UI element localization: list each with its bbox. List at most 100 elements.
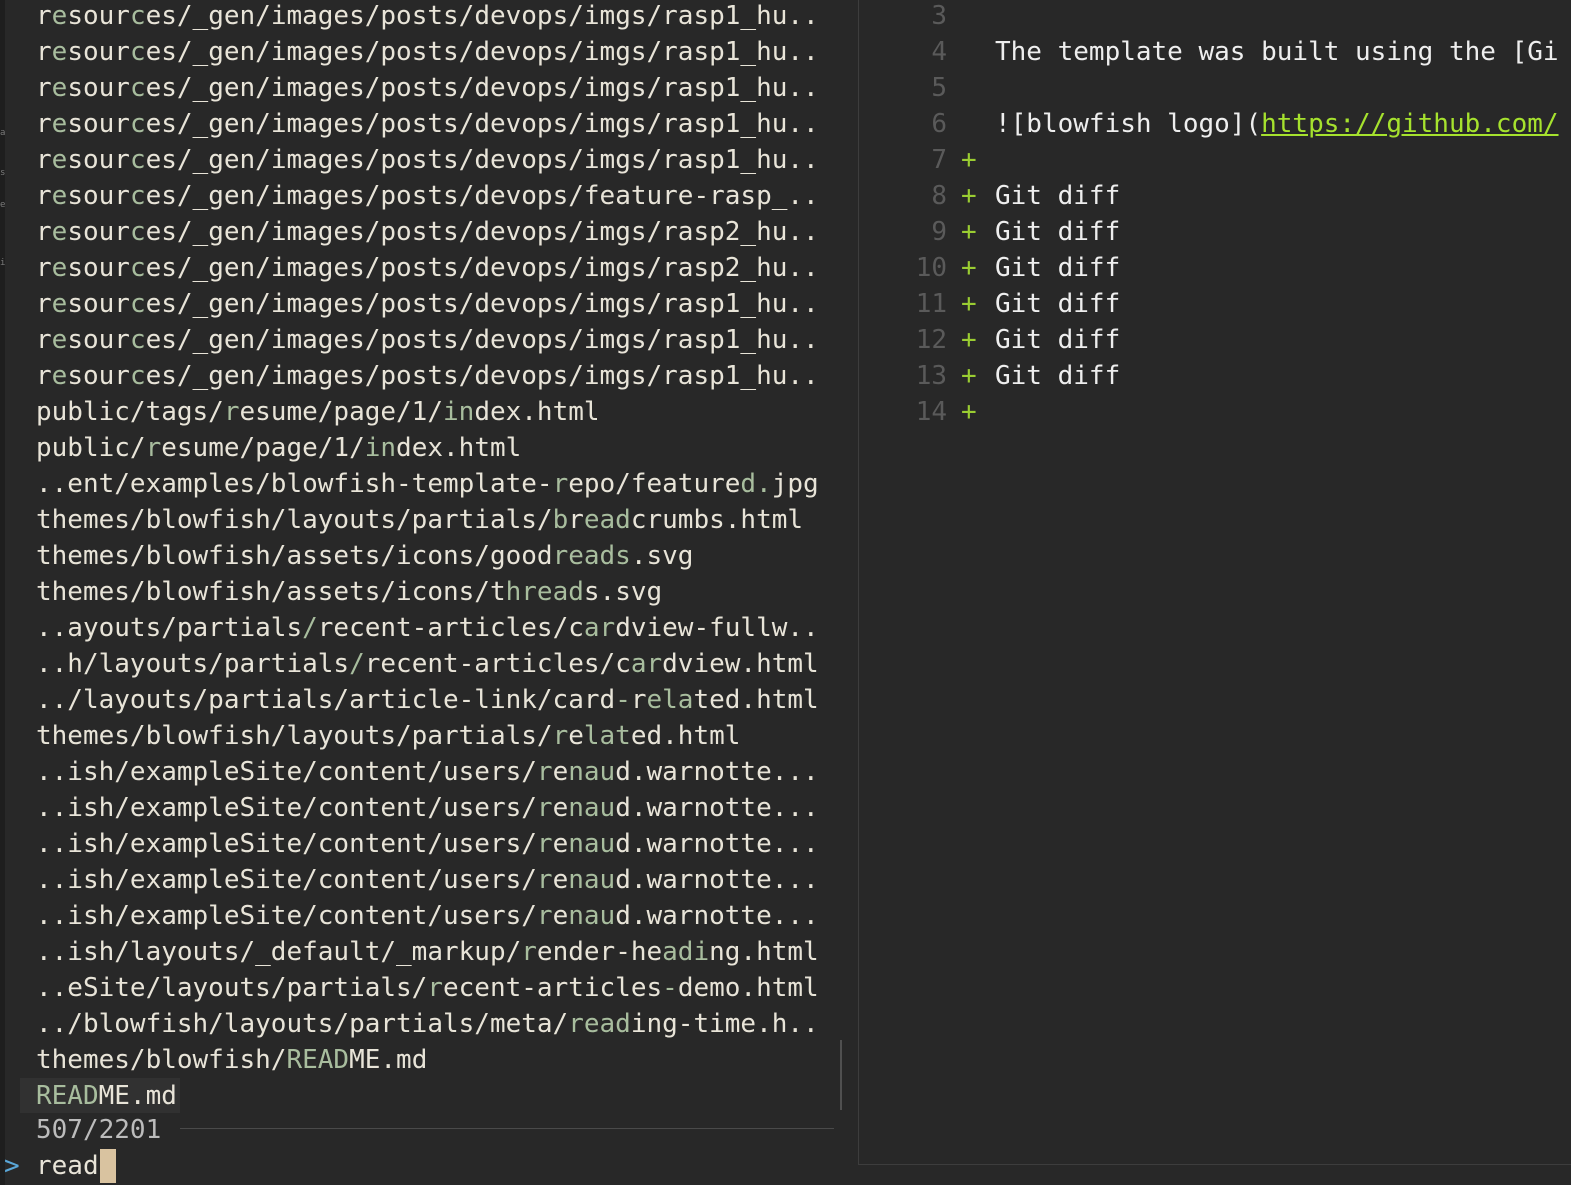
result-item[interactable]: ..eSite/layouts/partials/recent-articles… (20, 970, 840, 1006)
selected-result-item[interactable]: README.md (20, 1078, 840, 1113)
preview-line: 5 (859, 70, 1571, 106)
result-item[interactable]: resources/_gen/images/posts/devops/imgs/… (20, 70, 840, 106)
line-number: 11 (915, 289, 947, 319)
results-scrollbar[interactable] (840, 1040, 842, 1110)
result-path: ..ish/exampleSite/content/users/renaud.w… (36, 793, 819, 823)
left-edge-strip: a s e i (0, 0, 5, 1185)
preview-text: Git diff (995, 181, 1121, 211)
result-path: resources/_gen/images/posts/devops/imgs/… (36, 109, 819, 139)
preview-text: Git diff (995, 361, 1121, 391)
diff-added-marker: + (961, 325, 977, 355)
result-path: themes/blowfish/assets/icons/threads.svg (36, 577, 663, 607)
result-item[interactable]: resources/_gen/images/posts/devops/imgs/… (20, 250, 840, 286)
result-item[interactable]: ..ish/exampleSite/content/users/renaud.w… (20, 898, 840, 934)
result-item[interactable]: resources/_gen/images/posts/devops/imgs/… (20, 358, 840, 394)
preview-text: Git diff (995, 325, 1121, 355)
result-path: ..h/layouts/partials/recent-articles/car… (36, 649, 819, 679)
preview-line: 7 + (859, 142, 1571, 178)
preview-pane[interactable]: 3 4 The template was built using the [Gi 5 6… (858, 0, 1571, 1165)
result-path: ..ish/exampleSite/content/users/renaud.w… (36, 757, 819, 787)
preview-link[interactable]: https://github.com/ (1261, 109, 1558, 139)
result-path: ../blowfish/layouts/partials/meta/readin… (36, 1009, 819, 1039)
diff-added-marker: + (961, 361, 977, 391)
preview-text: Git diff (995, 289, 1121, 319)
result-path: resources/_gen/images/posts/devops/imgs/… (36, 37, 819, 67)
result-item[interactable]: themes/blowfish/README.md (20, 1042, 840, 1078)
match-count: 507/2201 (36, 1115, 162, 1145)
text-cursor (100, 1149, 116, 1183)
result-path: ..ish/exampleSite/content/users/renaud.w… (36, 865, 819, 895)
line-number: 3 (931, 1, 947, 31)
result-item[interactable]: ..ent/examples/blowfish-template-repo/fe… (20, 466, 840, 502)
result-path: README.md (36, 1081, 177, 1111)
result-path: themes/blowfish/layouts/partials/breadcr… (36, 505, 804, 535)
result-path: resources/_gen/images/posts/devops/imgs/… (36, 145, 819, 175)
result-path: resources/_gen/images/posts/devops/imgs/… (36, 253, 819, 283)
result-path: themes/blowfish/README.md (36, 1045, 428, 1075)
result-item[interactable]: themes/blowfish/layouts/partials/related… (20, 718, 840, 754)
result-item[interactable]: resources/_gen/images/posts/devops/imgs/… (20, 142, 840, 178)
preview-line: 13 + Git diff (859, 358, 1571, 394)
diff-added-marker: + (961, 397, 977, 427)
result-path: ..ish/exampleSite/content/users/renaud.w… (36, 901, 819, 931)
result-path: ..eSite/layouts/partials/recent-articles… (36, 973, 819, 1003)
result-item[interactable]: public/resume/page/1/index.html (20, 430, 840, 466)
edge-mark: a (0, 128, 6, 138)
result-path: resources/_gen/images/posts/devops/imgs/… (36, 1, 819, 31)
result-path: ..ent/examples/blowfish-template-repo/fe… (36, 469, 819, 499)
diff-added-marker: + (961, 145, 977, 175)
line-number: 8 (931, 181, 947, 211)
result-item[interactable]: resources/_gen/images/posts/devops/imgs/… (20, 0, 840, 34)
result-item[interactable]: resources/_gen/images/posts/devops/imgs/… (20, 214, 840, 250)
result-path: resources/_gen/images/posts/devops/imgs/… (36, 217, 819, 247)
result-item[interactable]: resources/_gen/images/posts/devops/imgs/… (20, 286, 840, 322)
result-item[interactable]: ..ish/exampleSite/content/users/renaud.w… (20, 862, 840, 898)
preview-text: Git diff (995, 217, 1121, 247)
result-item[interactable]: resources/_gen/images/posts/devops/imgs/… (20, 106, 840, 142)
result-item[interactable]: ../blowfish/layouts/partials/meta/readin… (20, 1006, 840, 1042)
result-item[interactable]: ..ish/layouts/_default/_markup/render-he… (20, 934, 840, 970)
result-item[interactable]: ..ayouts/partials/recent-articles/cardvi… (20, 610, 840, 646)
result-item[interactable]: ../layouts/partials/article-link/card-re… (20, 682, 840, 718)
diff-added-marker: + (961, 289, 977, 319)
search-query-input[interactable]: read (36, 1148, 99, 1184)
edge-mark: e (0, 200, 6, 210)
result-item[interactable]: themes/blowfish/layouts/partials/breadcr… (20, 502, 840, 538)
line-number: 7 (931, 145, 947, 175)
preview-line: 10 + Git diff (859, 250, 1571, 286)
result-item[interactable]: public/tags/resume/page/1/index.html (20, 394, 840, 430)
result-item[interactable]: ..ish/exampleSite/content/users/renaud.w… (20, 754, 840, 790)
preview-line: 6 ![blowfish logo](https://github.com/ (859, 106, 1571, 142)
preview-line: 8 + Git diff (859, 178, 1571, 214)
line-number: 6 (931, 109, 947, 139)
result-path: themes/blowfish/layouts/partials/related… (36, 721, 741, 751)
preview-line: 12 + Git diff (859, 322, 1571, 358)
preview-text: ![blowfish logo](https://github.com/ (995, 109, 1559, 139)
result-item[interactable]: resources/_gen/images/posts/devops/imgs/… (20, 34, 840, 70)
line-number: 10 (915, 253, 947, 283)
line-number: 4 (931, 37, 947, 67)
prompt-line[interactable]: > read (4, 1148, 116, 1184)
result-item[interactable]: themes/blowfish/assets/icons/goodreads.s… (20, 538, 840, 574)
result-path: ../layouts/partials/article-link/card-re… (36, 685, 819, 715)
result-item[interactable]: themes/blowfish/assets/icons/threads.svg (20, 574, 840, 610)
result-item[interactable]: ..ish/exampleSite/content/users/renaud.w… (20, 826, 840, 862)
preview-line: 14 + (859, 394, 1571, 430)
result-item[interactable]: ..ish/exampleSite/content/users/renaud.w… (20, 790, 840, 826)
edge-mark: i (0, 258, 6, 268)
result-path: resources/_gen/images/posts/devops/imgs/… (36, 325, 819, 355)
result-item[interactable]: ..h/layouts/partials/recent-articles/car… (20, 646, 840, 682)
diff-added-marker: + (961, 181, 977, 211)
result-path: public/resume/page/1/index.html (36, 433, 522, 463)
preview-line: 4 The template was built using the [Gi (859, 34, 1571, 70)
fzf-results-list[interactable]: resources/_gen/images/posts/devops/imgs/… (20, 0, 840, 1113)
diff-added-marker: + (961, 217, 977, 247)
result-item[interactable]: resources/_gen/images/posts/devops/imgs/… (20, 322, 840, 358)
result-item[interactable]: resources/_gen/images/posts/devops/featu… (20, 178, 840, 214)
result-path: themes/blowfish/assets/icons/goodreads.s… (36, 541, 694, 571)
result-path: resources/_gen/images/posts/devops/imgs/… (36, 73, 819, 103)
preview-line: 3 (859, 0, 1571, 34)
line-number: 13 (915, 361, 947, 391)
preview-text: The template was built using the [Gi (995, 37, 1559, 67)
status-separator (180, 1128, 834, 1129)
